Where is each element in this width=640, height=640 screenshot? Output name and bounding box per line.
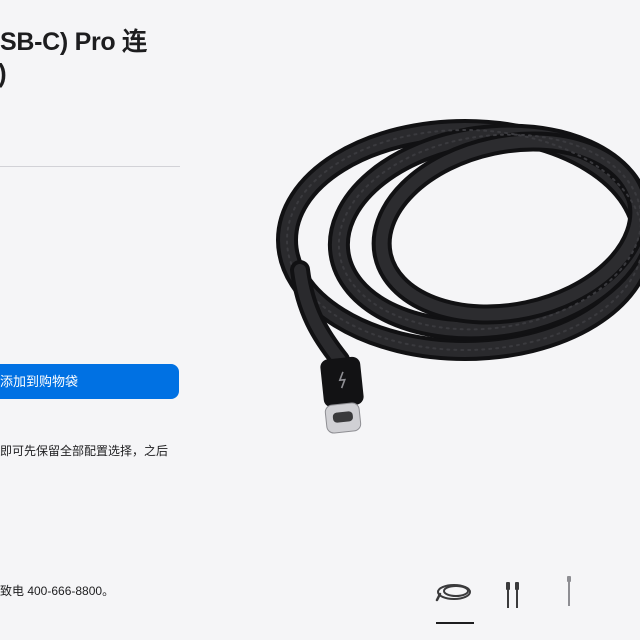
contact-phone-text: 致电 400-666-8800。 bbox=[0, 584, 115, 598]
thumbnail-coiled-cable[interactable] bbox=[432, 570, 474, 624]
add-to-bag-button[interactable]: 添加到购物袋 bbox=[0, 364, 179, 399]
gallery-thumbnails bbox=[430, 570, 590, 630]
coiled-cable-icon bbox=[435, 584, 471, 602]
thumbnail-connectors[interactable] bbox=[492, 570, 534, 624]
product-info-panel: SB-C) Pro 连 ) 添加到购物袋 即可先保留全部配置选择，之后 致电 4… bbox=[0, 0, 180, 640]
cable-connectors-icon bbox=[506, 582, 519, 608]
section-divider bbox=[0, 166, 180, 167]
product-image-cable bbox=[276, 119, 640, 434]
add-to-bag-label: 添加到购物袋 bbox=[0, 374, 79, 389]
selected-thumbnail-indicator bbox=[436, 622, 474, 624]
product-title-continued: ) bbox=[0, 58, 7, 89]
product-title: SB-C) Pro 连 bbox=[0, 28, 147, 56]
thumbnail-straight-cable[interactable] bbox=[548, 570, 590, 624]
straight-cable-icon bbox=[567, 576, 571, 606]
save-configuration-note: 即可先保留全部配置选择，之后 bbox=[0, 444, 169, 458]
